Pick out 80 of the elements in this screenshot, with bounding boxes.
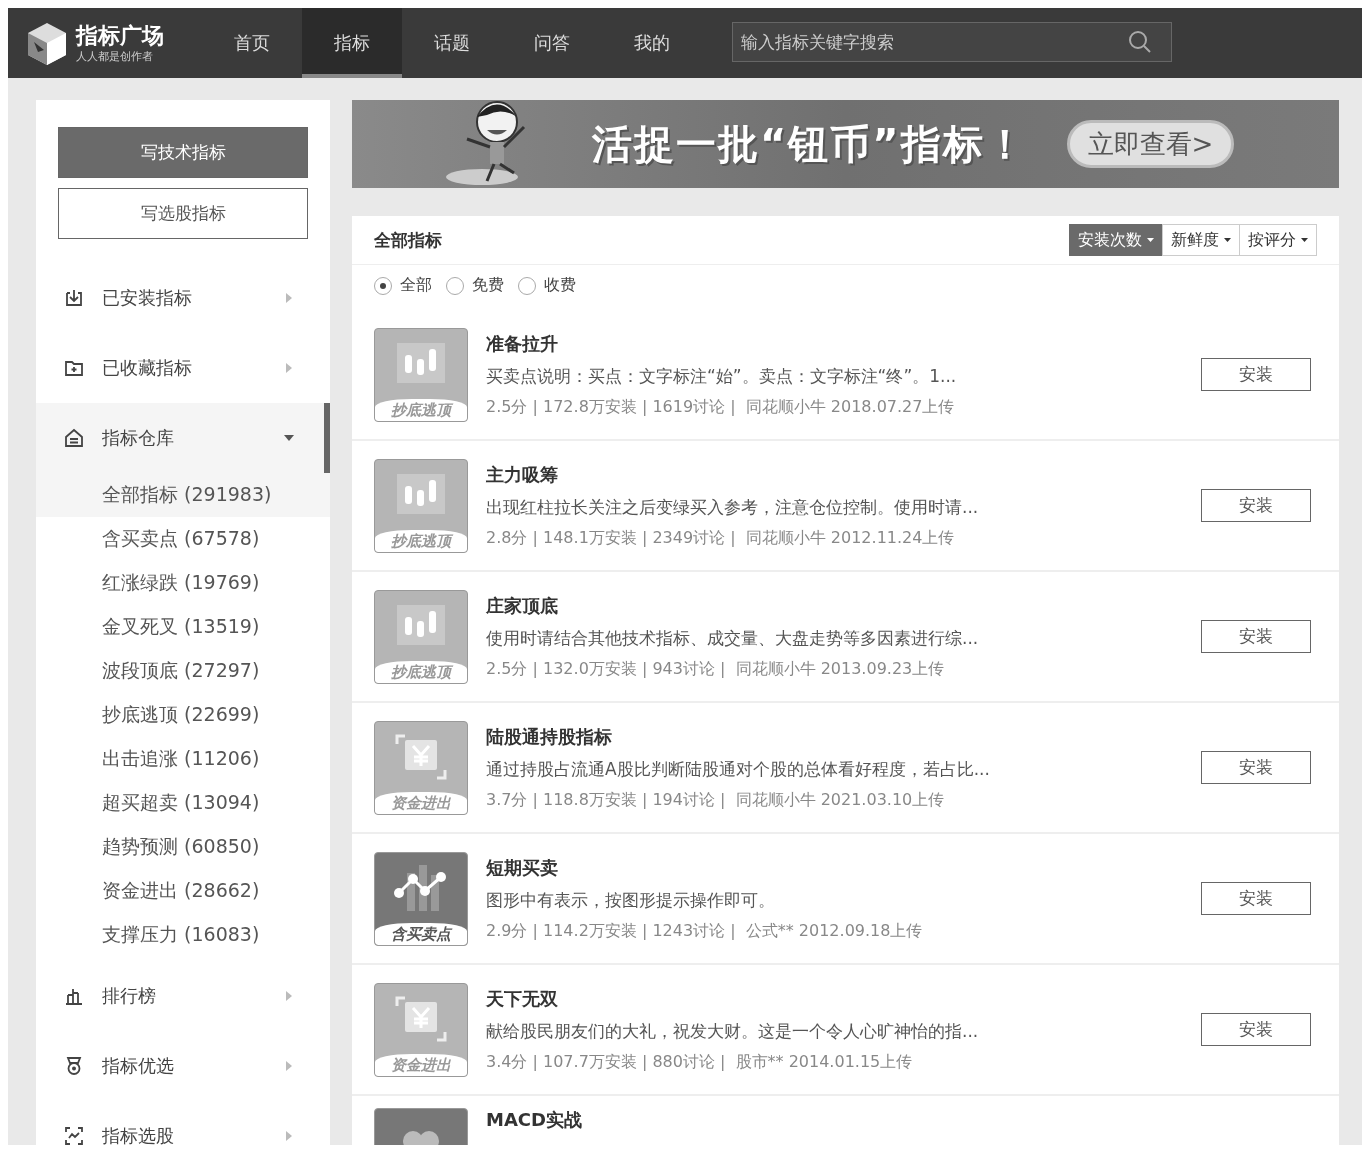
house-icon: [64, 428, 84, 448]
indicator-stats: 3.7分 | 118.8万安装 | 194讨论 | 同花顺小牛 2021.03.10上传: [486, 789, 946, 811]
filter-label[interactable]: 免费: [472, 275, 504, 296]
category-item[interactable]: 含买卖点 (67578): [36, 517, 330, 561]
category-item[interactable]: 抄底逃顶 (22699): [36, 693, 330, 737]
caret-right-icon: [284, 1131, 294, 1141]
install-button[interactable]: 安装: [1201, 620, 1311, 653]
filter-label[interactable]: 全部: [400, 275, 432, 296]
write-indicator-button[interactable]: 写选股指标: [58, 188, 308, 239]
indicator-name[interactable]: 陆股通持股指标: [486, 724, 612, 749]
indicator-thumbnail[interactable]: 含买卖点: [374, 851, 468, 946]
indicator-description: 献给股民朋友们的大礼，祝发大财。这是一个令人心旷神怡的指...: [486, 1019, 980, 1043]
indicator-description: 图形中有表示，按图形提示操作即可。: [486, 888, 776, 912]
search-icon[interactable]: [1128, 30, 1152, 54]
install-button[interactable]: 安装: [1201, 489, 1311, 522]
indicator-description: 买卖点说明：买点：文字标注“始”。卖点：文字标注“终”。1...: [486, 364, 958, 388]
list-title: 全部指标: [374, 228, 442, 252]
caret-down-icon: [284, 433, 294, 443]
caret-right-icon: [284, 1061, 294, 1071]
write-indicator-button[interactable]: 写技术指标: [58, 127, 308, 178]
banner-headline: 活捉一批“钮币”指标！: [592, 119, 1027, 169]
sort-dropdown[interactable]: 安装次数: [1069, 224, 1163, 256]
category-item[interactable]: 资金进出 (28662): [36, 869, 330, 913]
category-item[interactable]: 趋势预测 (60850): [36, 825, 330, 869]
nav-tab[interactable]: 问答: [502, 8, 602, 78]
caret-down-icon: [1301, 238, 1308, 242]
sidebar-item[interactable]: 指标选股: [36, 1101, 330, 1145]
view-now-button[interactable]: 立即查看>: [1066, 120, 1235, 168]
indicator-stats: 2.9分 | 114.2万安装 | 1243讨论 | 公式** 2012.09.18上传: [486, 920, 924, 942]
medal-icon: [64, 1056, 84, 1076]
filter-label[interactable]: 收费: [544, 275, 576, 296]
nav-tab[interactable]: 话题: [402, 8, 502, 78]
install-button[interactable]: 安装: [1201, 882, 1311, 915]
bar-chart-icon: [64, 986, 84, 1006]
site-subtitle: 人人都是创作者: [76, 48, 154, 64]
promo-banner[interactable]: 活捉一批“钮币”指标！ 立即查看>: [352, 100, 1339, 188]
indicator-name[interactable]: MACD实战: [486, 1108, 582, 1132]
indicator-description: 出现红柱拉长关注之后变绿买入参考，注意仓位控制。使用时请...: [486, 495, 980, 519]
indicator-stats: 2.5分 | 172.8万安装 | 1619讨论 | 同花顺小牛 2018.07.27上传: [486, 396, 956, 418]
search-field[interactable]: 输入指标关键字搜索: [732, 22, 1172, 62]
scan-icon: [64, 1126, 84, 1145]
download-icon: [64, 288, 84, 308]
category-item[interactable]: 支撑压力 (16083): [36, 913, 330, 957]
indicator-stats: 2.5分 | 132.0万安装 | 943讨论 | 同花顺小牛 2013.09.23上传: [486, 658, 946, 680]
indicator-name[interactable]: 短期买卖: [486, 855, 558, 880]
caret-down-icon: [1147, 238, 1154, 242]
category-item[interactable]: 金叉死叉 (13519): [36, 605, 330, 649]
site-title: 指标广场: [76, 22, 164, 49]
nav-tab[interactable]: 我的: [602, 8, 702, 78]
category-item[interactable]: 超买超卖 (13094): [36, 781, 330, 825]
sort-dropdown[interactable]: 按评分: [1239, 224, 1317, 256]
indicator-name[interactable]: 天下无双: [486, 986, 558, 1011]
indicator-name[interactable]: 准备拉升: [486, 331, 558, 356]
install-button[interactable]: 安装: [1201, 358, 1311, 391]
indicator-description: 使用时请结合其他技术指标、成交量、大盘走势等多因素进行综...: [486, 626, 980, 650]
nav-tab[interactable]: 指标: [302, 8, 402, 78]
caret-right-icon: [284, 293, 294, 303]
caret-down-icon: [1224, 238, 1231, 242]
indicator-stats: 2.8分 | 148.1万安装 | 2349讨论 | 同花顺小牛 2012.11.24上传: [486, 527, 956, 549]
indicator-stats: 3.4分 | 107.7万安装 | 880讨论 | 股市** 2014.01.15上传: [486, 1051, 914, 1073]
sidebar-item[interactable]: 排行榜: [36, 961, 330, 1031]
category-item[interactable]: 全部指标 (291983): [36, 473, 330, 517]
sort-dropdown[interactable]: 新鲜度: [1162, 224, 1240, 256]
sidebar-item[interactable]: 指标优选: [36, 1031, 330, 1101]
category-item[interactable]: 波段顶底 (27297): [36, 649, 330, 693]
sidebar-item[interactable]: 已安装指标: [36, 263, 330, 333]
category-item[interactable]: 出击追涨 (11206): [36, 737, 330, 781]
install-button[interactable]: 安装: [1201, 1013, 1311, 1046]
caret-right-icon: [284, 991, 294, 1001]
indicator-name[interactable]: 庄家顶底: [486, 593, 558, 618]
install-button[interactable]: 安装: [1201, 751, 1311, 784]
category-item[interactable]: 红涨绿跌 (19769): [36, 561, 330, 605]
indicator-name[interactable]: 主力吸筹: [486, 462, 558, 487]
scrollbar-thumb[interactable]: [324, 403, 330, 473]
nav-tab[interactable]: 首页: [202, 8, 302, 78]
sidebar-item[interactable]: 指标仓库: [36, 403, 330, 473]
sidebar-item[interactable]: 已收藏指标: [36, 333, 330, 403]
indicator-description: 通过持股占流通A股比判断陆股通对个股的总体看好程度，若占比...: [486, 757, 991, 781]
caret-right-icon: [284, 363, 294, 373]
folder-icon: [64, 358, 84, 378]
